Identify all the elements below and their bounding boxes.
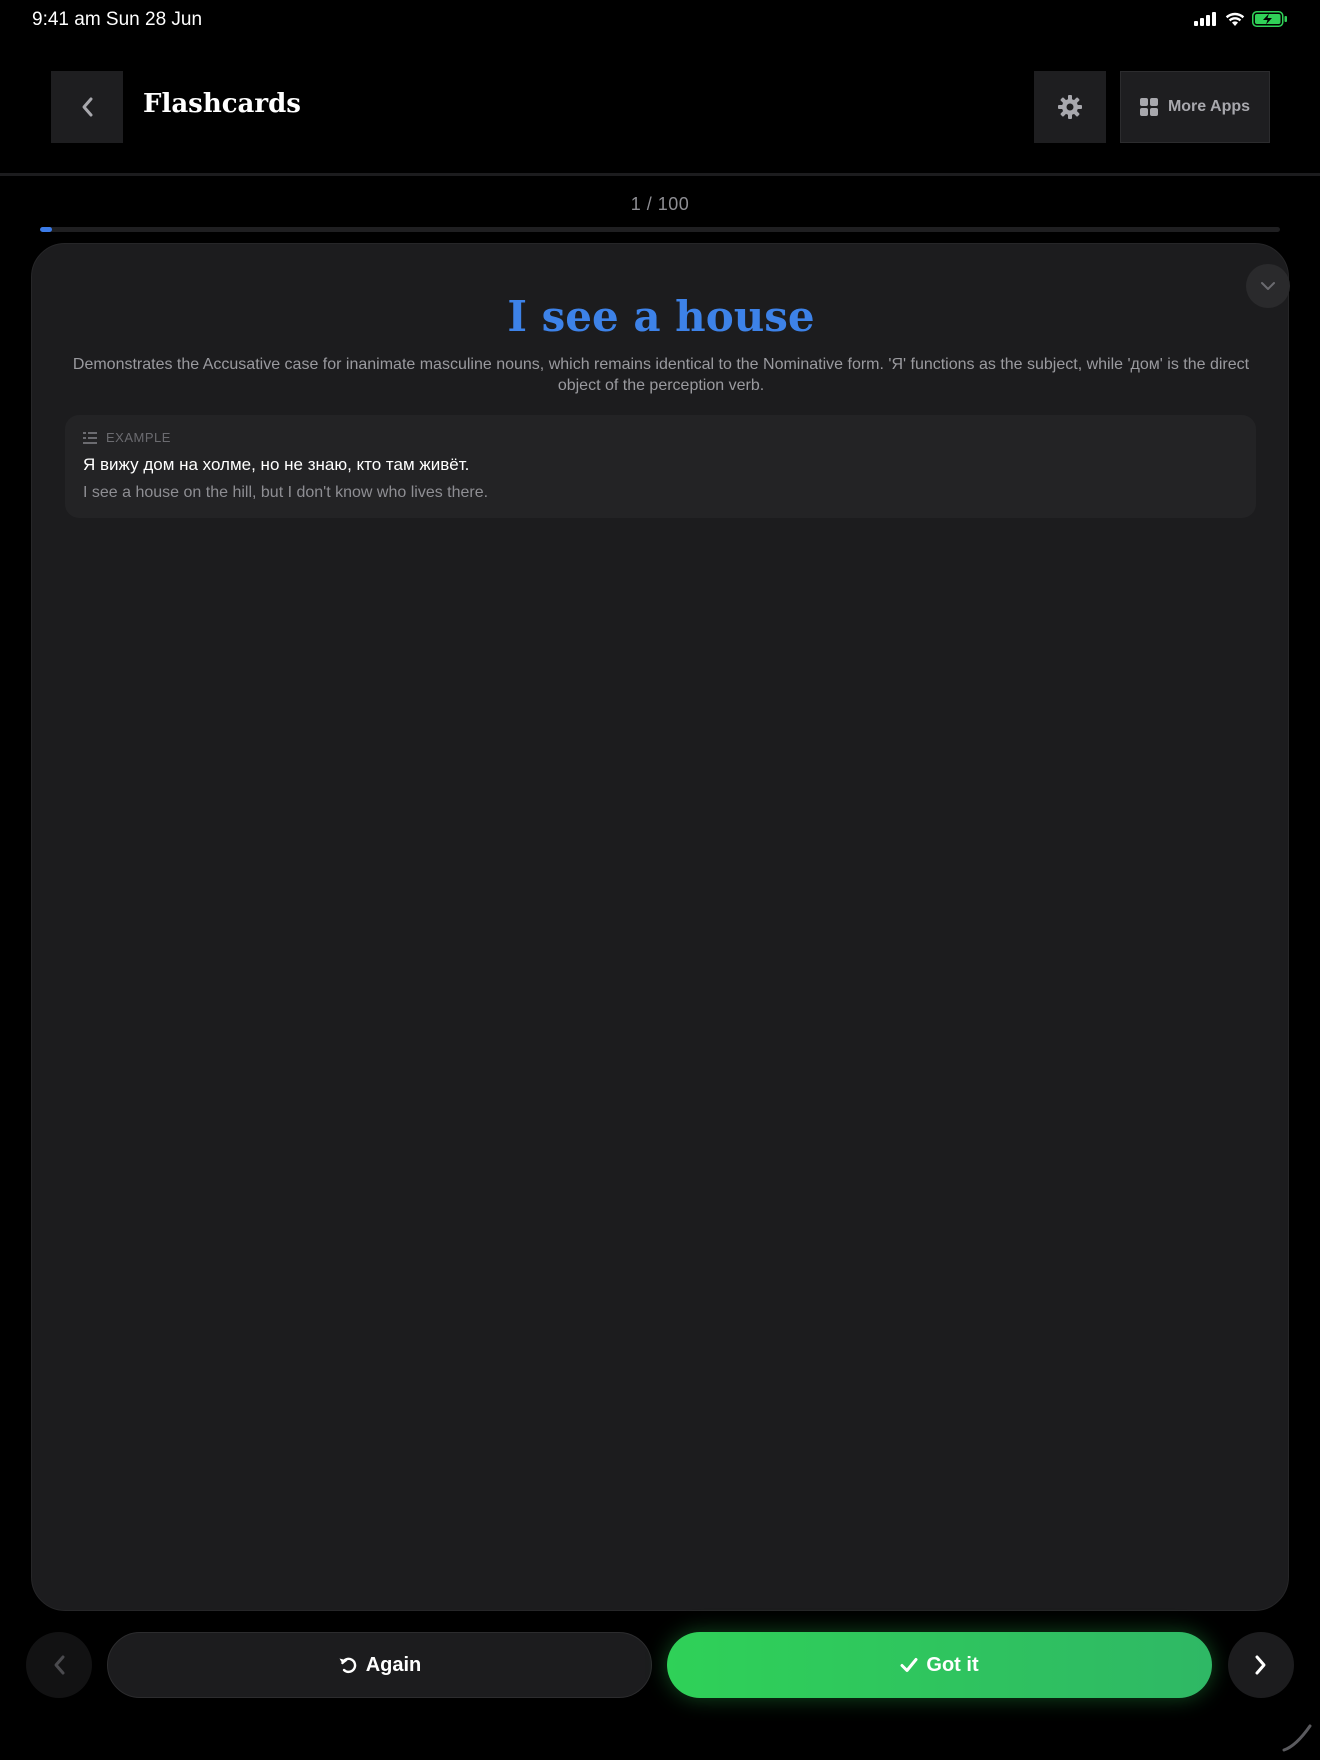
progress-bar-fill — [40, 227, 53, 232]
header-divider — [0, 173, 1320, 176]
chevron-left-icon — [82, 97, 93, 117]
battery-charging-icon — [1252, 11, 1287, 27]
previous-card-button[interactable] — [26, 1632, 92, 1698]
cellular-signal-icon — [1194, 12, 1216, 26]
back-button[interactable] — [51, 71, 123, 143]
next-card-button[interactable] — [1228, 1632, 1294, 1698]
rotate-left-icon — [339, 1657, 356, 1674]
chevron-left-icon — [54, 1655, 65, 1675]
again-button[interactable]: Again — [107, 1632, 652, 1698]
page-title: Flashcards — [143, 89, 301, 119]
chevron-right-icon — [1255, 1655, 1266, 1675]
progress-counter: 1 / 100 — [630, 194, 690, 214]
example-translation: I see a house on the hill, but I don't k… — [83, 484, 489, 501]
flashcard[interactable]: I see a house Demonstrates the Accusativ… — [31, 243, 1290, 1611]
again-label: Again — [365, 1653, 422, 1676]
settings-button[interactable] — [1034, 71, 1106, 143]
gear-icon — [1058, 95, 1082, 119]
example-label: EXAMPLE — [106, 430, 171, 445]
example-header: EXAMPLE — [83, 430, 171, 445]
got-it-button[interactable]: Got it — [667, 1632, 1212, 1698]
more-apps-button[interactable]: More Apps — [1120, 71, 1270, 143]
wifi-icon — [1225, 12, 1245, 26]
progress-bar — [40, 227, 1280, 232]
example-box: EXAMPLE Я вижу дом на холме, но не знаю,… — [65, 415, 1256, 518]
status-icons — [1194, 11, 1288, 27]
status-bar: 9:41 am Sun 28 Jun — [0, 0, 1320, 42]
flashcards-screen: 9:41 am Sun 28 Jun Flashcards More Apps … — [0, 0, 1320, 1760]
app-header: Flashcards More Apps — [0, 42, 1320, 174]
got-it-label: Got it — [926, 1653, 979, 1676]
status-time: 9:41 am Sun 28 Jun — [32, 9, 203, 30]
example-lines-icon — [83, 431, 97, 444]
card-title: I see a house — [507, 292, 815, 341]
card-description: Demonstrates the Accusative case for ina… — [72, 356, 1250, 394]
scroll-corner-mark — [1282, 1724, 1312, 1752]
checkmark-icon — [900, 1658, 918, 1672]
grid-icon — [1139, 98, 1158, 116]
chevron-down-icon — [1261, 282, 1275, 290]
more-apps-label: More Apps — [1167, 98, 1251, 115]
example-sentence: Я вижу дом на холме, но не знаю, кто там… — [83, 455, 470, 474]
